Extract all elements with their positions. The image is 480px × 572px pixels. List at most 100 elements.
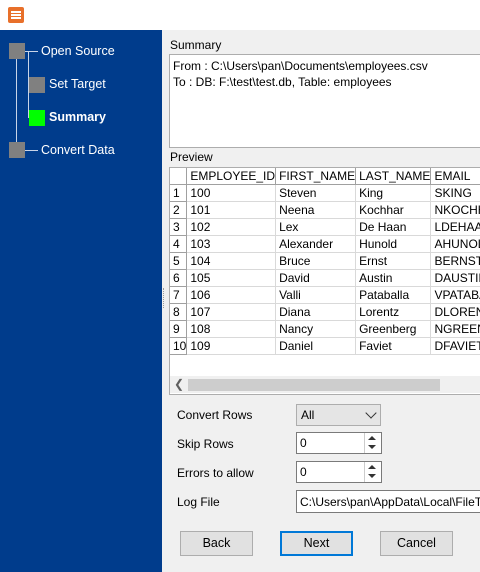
preview-grid[interactable]: EMPLOYEE_ID FIRST_NAME LAST_NAME EMAIL 1… (169, 167, 480, 395)
splitter-grip[interactable] (163, 288, 166, 308)
column-header[interactable]: EMPLOYEE_ID (186, 168, 277, 185)
log-file-input[interactable]: C:\Users\pan\AppData\Local\FileToDB\log.… (296, 490, 480, 513)
cancel-button[interactable]: Cancel (380, 531, 453, 556)
table-cell[interactable]: Daniel (275, 337, 357, 355)
table-row[interactable]: 3102LexDe HaanLDEHAAN (170, 218, 480, 236)
table-row[interactable]: 4103AlexanderHunoldAHUNOLD (170, 235, 480, 253)
table-cell[interactable]: Faviet (355, 337, 432, 355)
column-header[interactable]: LAST_NAME (355, 168, 432, 185)
header-row: EMPLOYEE_ID FIRST_NAME LAST_NAME EMAIL (170, 168, 480, 185)
table-cell[interactable]: 104 (186, 252, 277, 270)
table-cell[interactable]: Ernst (355, 252, 432, 270)
errors-stepper[interactable]: 0 (296, 461, 382, 483)
table-cell[interactable]: David (275, 269, 357, 287)
preview-table: EMPLOYEE_ID FIRST_NAME LAST_NAME EMAIL 1… (170, 168, 480, 355)
horizontal-scrollbar[interactable]: ❮ (170, 376, 480, 393)
tree-line (24, 51, 38, 52)
step-open-source[interactable]: Open Source (41, 44, 115, 58)
table-cell[interactable]: Hunold (355, 235, 432, 253)
table-cell[interactable]: Kochhar (355, 201, 432, 219)
table-cell[interactable]: 103 (186, 235, 277, 253)
table-cell[interactable]: 109 (186, 337, 277, 355)
table-cell[interactable]: Bruce (275, 252, 357, 270)
preview-title: Preview (170, 150, 213, 164)
title-bar (0, 0, 480, 30)
table-row[interactable]: 1 100 Steven King SKING (170, 184, 480, 202)
table-cell[interactable]: DFAVIET (430, 337, 480, 355)
table-cell[interactable]: 100 (186, 184, 277, 202)
skip-rows-stepper[interactable]: 0 (296, 432, 382, 454)
wizard-sidebar: Open Source Set Target Summary Convert D… (0, 30, 162, 572)
table-cell[interactable]: Steven (275, 184, 357, 202)
skip-rows-label: Skip Rows (177, 437, 234, 451)
step-set-target[interactable]: Set Target (49, 77, 106, 91)
row-number: 3 (170, 218, 188, 236)
table-cell[interactable]: 102 (186, 218, 277, 236)
convert-rows-select[interactable]: All (296, 404, 381, 426)
next-button[interactable]: Next (280, 531, 353, 556)
table-cell[interactable]: Neena (275, 201, 357, 219)
spin-down-icon[interactable] (368, 474, 376, 478)
scroll-left-icon[interactable]: ❮ (174, 377, 184, 391)
table-cell[interactable]: NGREENBE (430, 320, 480, 338)
spin-down-icon[interactable] (368, 445, 376, 449)
row-number: 7 (170, 286, 188, 304)
row-number: 4 (170, 235, 188, 253)
step-summary[interactable]: Summary (49, 110, 106, 124)
table-row[interactable]: 5 104 Bruce Ernst BERNST (170, 252, 480, 270)
row-number: 2 (170, 201, 188, 219)
table-cell[interactable]: Austin (355, 269, 432, 287)
step-icon-set-target (29, 77, 45, 93)
table-cell[interactable]: 108 (186, 320, 277, 338)
table-cell[interactable]: King (355, 184, 432, 202)
spin-up-icon[interactable] (368, 436, 376, 440)
table-cell[interactable]: VPATABAL (430, 286, 480, 304)
row-number: 8 (170, 303, 188, 321)
step-convert-data[interactable]: Convert Data (41, 143, 115, 157)
table-cell[interactable]: SKING (430, 184, 480, 202)
table-row[interactable]: 2101NeenaKochharNKOCHHAR (170, 201, 480, 219)
summary-from-line: From : C:\Users\pan\Documents\employees.… (173, 59, 428, 73)
row-number: 5 (170, 252, 188, 270)
table-cell[interactable]: Diana (275, 303, 357, 321)
table-cell[interactable]: Greenberg (355, 320, 432, 338)
table-row[interactable]: 7106ValliPataballaVPATABAL (170, 286, 480, 304)
corner-cell[interactable] (170, 168, 188, 185)
table-cell[interactable]: BERNST (430, 252, 480, 270)
column-header[interactable]: EMAIL (430, 168, 480, 185)
table-row[interactable]: 10 109 Daniel Faviet DFAVIET (170, 337, 480, 355)
table-cell[interactable]: 106 (186, 286, 277, 304)
errors-value: 0 (300, 465, 307, 479)
column-header[interactable]: FIRST_NAME (275, 168, 357, 185)
table-cell[interactable]: Alexander (275, 235, 357, 253)
table-cell[interactable]: DLORENTZ (430, 303, 480, 321)
summary-text-box[interactable]: From : C:\Users\pan\Documents\employees.… (169, 54, 480, 148)
table-cell[interactable]: NKOCHHAR (430, 201, 480, 219)
table-cell[interactable]: 101 (186, 201, 277, 219)
table-cell[interactable]: AHUNOLD (430, 235, 480, 253)
back-button[interactable]: Back (180, 531, 253, 556)
table-cell[interactable]: Lex (275, 218, 357, 236)
table-row[interactable]: 6105DavidAustinDAUSTIN (170, 269, 480, 287)
step-icon-summary (29, 110, 45, 126)
summary-to-line: To : DB: F:\test\test.db, Table: employe… (173, 75, 392, 89)
convert-rows-value: All (301, 408, 315, 422)
table-cell[interactable]: 107 (186, 303, 277, 321)
table-cell[interactable]: Pataballa (355, 286, 432, 304)
tree-line (24, 150, 38, 151)
table-cell[interactable]: Nancy (275, 320, 357, 338)
table-cell[interactable]: 105 (186, 269, 277, 287)
stepper-buttons (364, 462, 381, 482)
table-cell[interactable]: De Haan (355, 218, 432, 236)
errors-label: Errors to allow (177, 466, 254, 480)
table-cell[interactable]: LDEHAAN (430, 218, 480, 236)
scrollbar-thumb[interactable] (188, 379, 440, 391)
table-row[interactable]: 9108NancyGreenbergNGREENBE (170, 320, 480, 338)
chevron-down-icon (365, 407, 377, 419)
spin-up-icon[interactable] (368, 465, 376, 469)
table-cell[interactable]: Lorentz (355, 303, 432, 321)
table-row[interactable]: 8107DianaLorentzDLORENTZ (170, 303, 480, 321)
table-cell[interactable]: Valli (275, 286, 357, 304)
table-cell[interactable]: DAUSTIN (430, 269, 480, 287)
row-number: 10 (170, 337, 188, 355)
